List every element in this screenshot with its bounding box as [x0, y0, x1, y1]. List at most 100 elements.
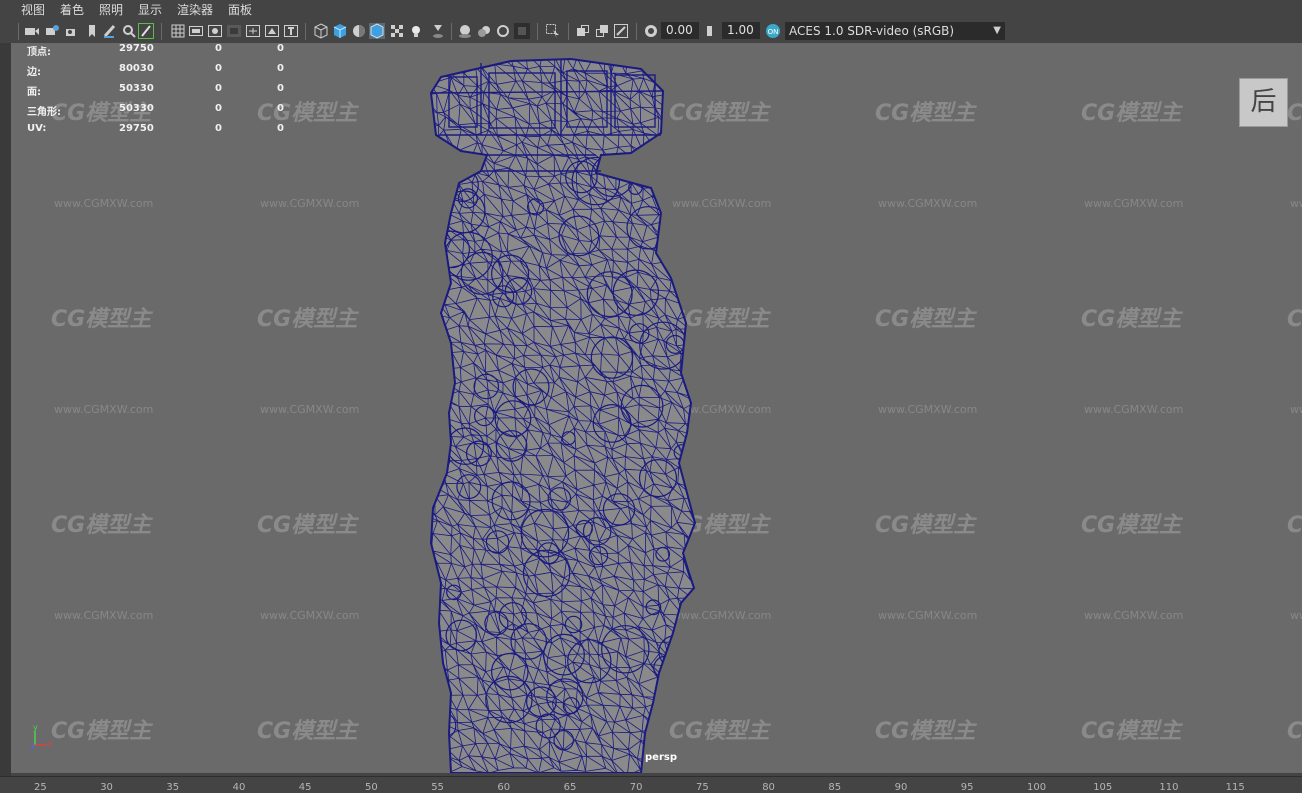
left-panel-edge	[0, 43, 11, 776]
hud-row: 边: 80030 0 0	[27, 63, 327, 83]
field-chart-icon[interactable]	[245, 23, 261, 39]
timeline-tick-label: 115	[1225, 782, 1245, 793]
hud-value: 29750	[119, 123, 154, 134]
3d-viewport[interactable]: CG模型主CG模型主CG模型主CG模型主CG模型主CG模型主CG模型主CG模型主…	[11, 43, 1302, 773]
hud-value: 50330	[119, 103, 154, 114]
bookmark-camera-icon[interactable]	[64, 23, 80, 39]
film-gate-icon[interactable]	[188, 23, 204, 39]
svg-text:ON: ON	[768, 28, 779, 36]
menu-renderer[interactable]: 渲染器	[177, 0, 213, 20]
hud-row: UV: 29750 0 0	[27, 123, 327, 143]
hud-sel1: 0	[215, 43, 222, 54]
wireframe-on-shaded-icon[interactable]	[369, 23, 385, 39]
timeline-tick-label: 105	[1093, 782, 1113, 793]
color-space-dropdown[interactable]: ACES 1.0 SDR-video (sRGB) ▼	[785, 22, 1005, 40]
default-material-icon[interactable]	[351, 23, 367, 39]
exposure-icon[interactable]	[643, 23, 659, 39]
camera-name-label: persp	[645, 752, 677, 763]
gate-mask-icon[interactable]	[226, 23, 242, 39]
textured-icon[interactable]	[389, 23, 405, 39]
safe-action-icon[interactable]	[264, 23, 280, 39]
menu-lighting[interactable]: 照明	[99, 0, 123, 20]
isolate-select-icon[interactable]	[545, 23, 561, 39]
grease-pencil-tool-icon[interactable]	[138, 23, 154, 39]
xray-joints-icon[interactable]	[613, 23, 629, 39]
gamma-icon[interactable]	[704, 23, 720, 39]
timeline-tick-label: 75	[696, 782, 709, 793]
exposure-field[interactable]: 0.00	[661, 22, 699, 39]
toolbar-separator	[636, 23, 637, 40]
hud-row: 面: 50330 0 0	[27, 83, 327, 103]
2d-pan-zoom-icon[interactable]	[121, 23, 137, 39]
grid-icon[interactable]	[170, 23, 186, 39]
gamma-field[interactable]: 1.00	[722, 22, 760, 39]
grease-pencil-icon[interactable]	[102, 23, 118, 39]
hud-row: 顶点: 29750 0 0	[27, 43, 327, 63]
view-cube[interactable]: 后	[1239, 78, 1288, 127]
hud-sel2: 0	[277, 83, 284, 94]
toolbar-separator	[305, 23, 306, 40]
viewport-toolbar: 0.00 1.00 ON ACES 1.0 SDR-video (sRGB) ▼	[0, 20, 1302, 44]
menu-shading[interactable]: 着色	[60, 0, 84, 20]
timeline-tick-label: 70	[629, 782, 643, 793]
bookmark-icon[interactable]	[84, 23, 100, 39]
smooth-shade-icon[interactable]	[332, 23, 348, 39]
timeline-tick-label: 110	[1159, 782, 1179, 793]
toolbar-separator	[18, 23, 19, 40]
timeline-tick-label: 40	[232, 782, 246, 793]
hud-sel1: 0	[215, 63, 222, 74]
timeline-tick-label: 50	[365, 782, 378, 793]
xray-active-icon[interactable]	[594, 23, 610, 39]
xray-icon[interactable]	[575, 23, 591, 39]
timeline-tick-label: 45	[298, 782, 312, 793]
toolbar-separator	[568, 23, 569, 40]
toolbar-separator	[161, 23, 162, 40]
hud-sel2: 0	[277, 103, 284, 114]
hud-sel2: 0	[277, 123, 284, 134]
hud-value: 80030	[119, 63, 154, 74]
depth-of-field-icon[interactable]	[514, 23, 530, 39]
hud-sel2: 0	[277, 43, 284, 54]
viewport-menu-bar: 视图 着色 照明 显示 渲染器 面板	[0, 0, 1302, 20]
time-slider[interactable]: 25 30 35 40 45 50 55 60 65 70 75 80 85 90 95 100 105 110 1…	[0, 776, 1302, 793]
camera-attributes-icon[interactable]	[44, 23, 60, 39]
use-all-lights-icon[interactable]	[408, 23, 424, 39]
hud-sel1: 0	[215, 123, 222, 134]
safe-title-icon[interactable]	[283, 23, 299, 39]
resolution-gate-icon[interactable]	[207, 23, 223, 39]
timeline-tick-label: 35	[166, 782, 180, 793]
timeline-tick-label: 90	[894, 782, 908, 793]
timeline-tick-label: 60	[497, 782, 511, 793]
hud-sel2: 0	[277, 63, 284, 74]
color-management-icon[interactable]: ON	[765, 23, 781, 39]
camera-icon[interactable]	[24, 23, 40, 39]
hud-sel1: 0	[215, 103, 222, 114]
color-space-value: ACES 1.0 SDR-video (sRGB)	[789, 24, 955, 38]
multisample-aa-icon[interactable]	[495, 23, 511, 39]
menu-view[interactable]: 视图	[21, 0, 45, 20]
hud-label: 顶点:	[27, 47, 51, 58]
axis-gizmo: y x	[29, 723, 59, 757]
shadows-icon[interactable]	[430, 23, 446, 39]
hud-value: 50330	[119, 83, 154, 94]
hud-label: 三角形:	[27, 107, 61, 118]
hud-label: 面:	[27, 87, 41, 98]
screen-space-ao-icon[interactable]	[457, 23, 473, 39]
hud-row: 三角形: 50330 0 0	[27, 103, 327, 123]
timeline-tick-label: 80	[762, 782, 775, 793]
timeline-tick-label: 55	[431, 782, 444, 793]
menu-show[interactable]: 显示	[138, 0, 162, 20]
wireframe-icon[interactable]	[313, 23, 329, 39]
hud-label: UV:	[27, 123, 47, 134]
chevron-down-icon: ▼	[993, 25, 1001, 36]
hud-value: 29750	[119, 43, 154, 54]
motion-blur-icon[interactable]	[476, 23, 492, 39]
timeline-tick-label: 25	[34, 782, 47, 793]
hud-sel1: 0	[215, 83, 222, 94]
timeline-tick-label: 85	[828, 782, 842, 793]
menu-panels[interactable]: 面板	[228, 0, 252, 20]
timeline-tick-label: 100	[1027, 782, 1047, 793]
axis-y-label: y	[33, 723, 38, 732]
toolbar-separator	[451, 23, 452, 40]
timeline-tick-label: 30	[100, 782, 113, 793]
